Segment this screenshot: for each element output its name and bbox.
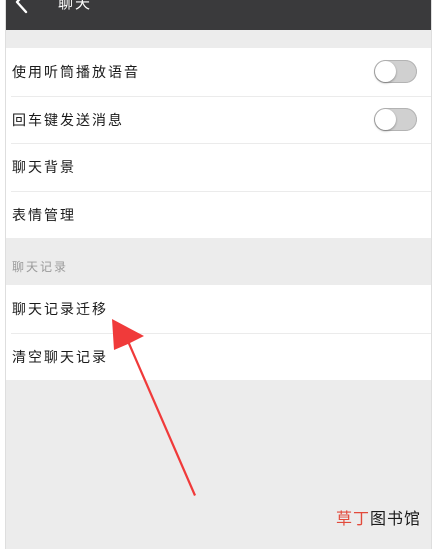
setting-label: 聊天记录迁移 (12, 302, 108, 318)
setting-label: 回车键发送消息 (12, 112, 124, 129)
setting-enter-to-send[interactable]: 回车键发送消息 (6, 95, 431, 144)
enter-send-toggle[interactable] (374, 107, 417, 131)
setting-label: 聊天背景 (12, 160, 76, 176)
earpiece-toggle[interactable] (374, 60, 417, 83)
setting-chat-history-migration[interactable]: 聊天记录迁移 (6, 285, 431, 333)
watermark-part2: 图书馆 (370, 509, 422, 528)
setting-sticker-management[interactable]: 表情管理 (6, 190, 431, 239)
toggle-knob (375, 108, 396, 130)
setting-earpiece-playback[interactable]: 使用听筒播放语音 (6, 48, 431, 96)
setting-label: 表情管理 (12, 207, 76, 224)
page-title: 聊天 (58, 0, 93, 12)
setting-label: 清空聊天记录 (12, 349, 108, 366)
setting-label: 使用听筒播放语音 (12, 65, 140, 81)
watermark: 草丁图书馆 (336, 505, 421, 529)
title-bar: 聊天 (6, 0, 431, 30)
setting-chat-background[interactable]: 聊天背景 (6, 143, 431, 191)
chevron-left-icon[interactable] (13, 0, 31, 14)
watermark-part1: 草丁 (336, 509, 371, 528)
toggle-knob (375, 61, 396, 82)
setting-clear-chat-history[interactable]: 清空聊天记录 (6, 332, 431, 381)
section-header-chat-history: 聊天记录 (12, 260, 69, 274)
settings-group-general: 使用听筒播放语音 回车键发送消息 聊天背景 表情管理 (6, 48, 431, 238)
settings-screen: 聊天 使用听筒播放语音 回车键发送消息 聊天背景 表情管理 聊天记录 聊天记录迁… (5, 0, 432, 549)
settings-group-chat-history: 聊天记录迁移 清空聊天记录 (6, 285, 431, 380)
